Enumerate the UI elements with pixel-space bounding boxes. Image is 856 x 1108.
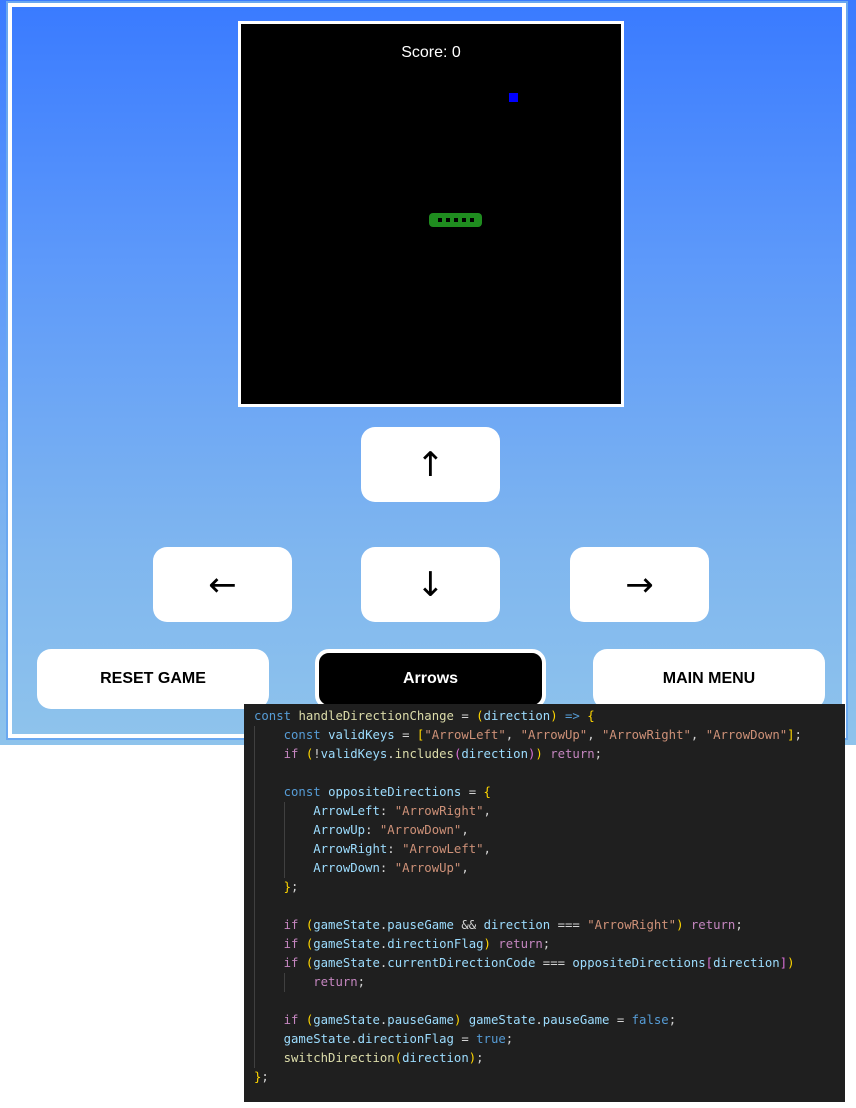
code-line: ArrowDown: "ArrowUp",: [244, 859, 845, 878]
arrow-up-icon: ↑: [416, 444, 445, 485]
code-line: [244, 764, 845, 783]
code-line: ArrowUp: "ArrowDown",: [244, 821, 845, 840]
down-arrow-button[interactable]: ↓: [361, 547, 500, 622]
code-line: const validKeys = ["ArrowLeft", "ArrowUp…: [244, 726, 845, 745]
code-line: if (gameState.currentDirectionCode === o…: [244, 954, 845, 973]
code-line: if (gameState.pauseGame) gameState.pause…: [244, 1011, 845, 1030]
score-label: Score: 0: [401, 44, 461, 61]
code-line: [244, 992, 845, 1011]
code-line: ArrowLeft: "ArrowRight",: [244, 802, 845, 821]
code-line: if (gameState.directionFlag) return;: [244, 935, 845, 954]
snake-segment: [461, 218, 466, 222]
left-arrow-button[interactable]: ←: [153, 547, 292, 622]
code-line: };: [244, 878, 845, 897]
snake-segment: [453, 218, 458, 222]
arrow-down-icon: ↓: [416, 564, 445, 605]
snake-segment: [437, 218, 442, 222]
code-line: ArrowRight: "ArrowLeft",: [244, 840, 845, 859]
code-line: const oppositeDirections = {: [244, 783, 845, 802]
game-board: Score: 0: [238, 21, 624, 407]
arrow-left-icon: ←: [208, 564, 237, 605]
right-arrow-button[interactable]: →: [570, 547, 709, 622]
code-snippet: const handleDirectionChange = (direction…: [244, 704, 845, 1102]
up-arrow-button[interactable]: ↑: [361, 427, 500, 502]
snake-segment: [469, 218, 474, 222]
reset-game-button[interactable]: RESET GAME: [37, 649, 269, 709]
code-line: if (gameState.pauseGame && direction ===…: [244, 916, 845, 935]
code-line: switchDirection(direction);: [244, 1049, 845, 1068]
snake-segment: [445, 218, 450, 222]
arrow-right-icon: →: [625, 564, 654, 605]
code-line: };: [254, 1070, 269, 1084]
code-line: const handleDirectionChange = (direction…: [254, 709, 595, 723]
main-menu-button[interactable]: MAIN MENU: [593, 649, 825, 709]
control-mode-button[interactable]: Arrows: [315, 649, 546, 709]
code-line: gameState.directionFlag = true;: [244, 1030, 845, 1049]
snake: [429, 213, 482, 227]
code-line: if (!validKeys.includes(direction)) retu…: [244, 745, 845, 764]
food-pellet: [509, 93, 518, 102]
code-line: return;: [244, 973, 845, 992]
code-line: [244, 897, 845, 916]
